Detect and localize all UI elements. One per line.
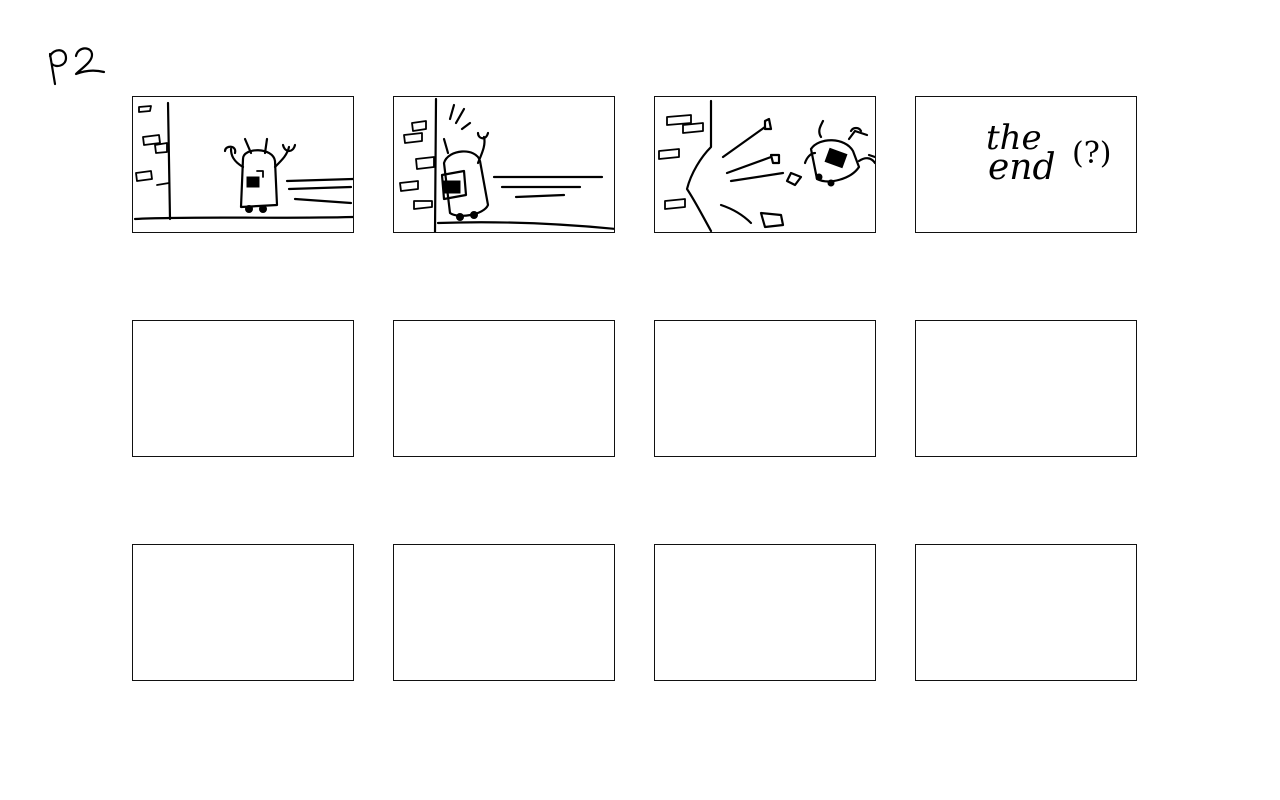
panel-11	[654, 544, 876, 681]
panel-7	[654, 320, 876, 457]
page-label: p2	[44, 40, 114, 90]
panel-4-text-question: (?)	[1072, 136, 1112, 171]
panel-4-sketch: the end (?)	[986, 118, 1112, 188]
panel-8	[915, 320, 1137, 457]
panel-1-sketch	[133, 101, 353, 221]
panel-4: the end (?)	[915, 96, 1137, 233]
panel-3-sketch	[658, 99, 875, 232]
panel-4-text-end: end	[988, 147, 1056, 188]
panel-12	[915, 544, 1137, 681]
page-label-drawing	[48, 47, 106, 86]
panel-2	[393, 96, 615, 233]
panel-6	[393, 320, 615, 457]
panel-1	[132, 96, 354, 233]
panel-10	[393, 544, 615, 681]
panel-9	[132, 544, 354, 681]
storyboard-page: p2	[0, 0, 1280, 800]
panel-3	[654, 96, 876, 233]
panel-2-sketch	[399, 97, 614, 232]
panel-5	[132, 320, 354, 457]
